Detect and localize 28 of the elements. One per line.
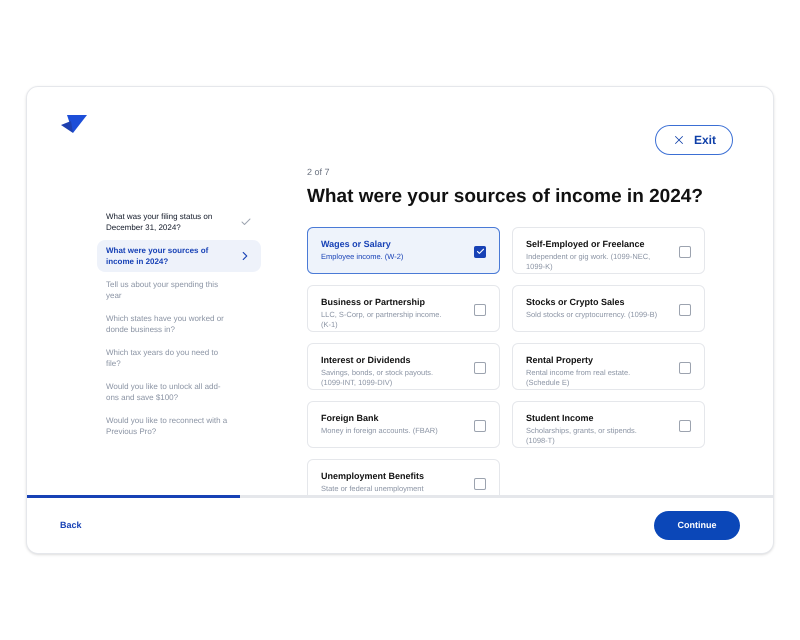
back-link[interactable]: Back — [60, 518, 82, 532]
option-title: Business or Partnership — [321, 296, 426, 308]
checkbox[interactable] — [474, 420, 486, 432]
option-title: Wages or Salary — [321, 238, 392, 250]
question-heading: What were your sources of income in 2024? — [307, 184, 704, 208]
exit-button[interactable]: Exit — [654, 125, 733, 155]
step-item[interactable]: What was your filing status on December 31, 2024? — [97, 206, 261, 238]
check-icon — [476, 247, 484, 256]
checkbox[interactable] — [679, 362, 691, 374]
continue-button[interactable]: Continue — [654, 511, 740, 540]
checkbox[interactable] — [679, 246, 691, 258]
checkbox[interactable] — [679, 304, 691, 316]
checkbox[interactable] — [679, 420, 691, 432]
step-item[interactable]: What were your sources of income in 2024? — [97, 240, 261, 272]
checkbox[interactable] — [474, 304, 486, 316]
checkbox[interactable] — [474, 478, 486, 490]
checkbox[interactable] — [474, 246, 486, 258]
logo-icon — [61, 115, 87, 133]
checkbox[interactable] — [474, 362, 486, 374]
option-title: Stocks or Crypto Sales — [526, 296, 626, 308]
step-counter: 2 of 7 — [307, 166, 331, 179]
check-icon — [240, 216, 252, 228]
option-title: Self-Employed or Freelance — [526, 238, 646, 250]
option-title: Foreign Bank — [321, 412, 380, 424]
option-title: Interest or Dividends — [321, 354, 412, 366]
option-title: Unemployment Benefits — [321, 470, 426, 482]
option-title: Student Income — [526, 412, 595, 424]
option-title: Rental Property — [526, 354, 594, 366]
